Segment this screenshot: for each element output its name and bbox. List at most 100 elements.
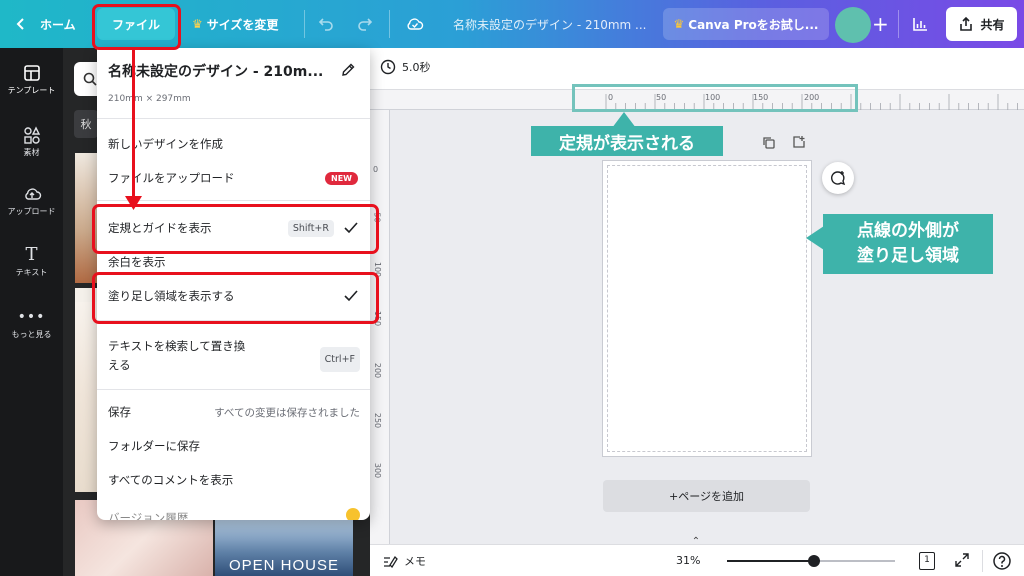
bleed-callout-line: 点線の外側が [857, 221, 959, 241]
menu-item-upload-file[interactable]: ファイルをアップロード NEW [97, 164, 370, 192]
menu-doc-size: 210mm × 297mm [108, 94, 191, 104]
callout-pointer [806, 226, 824, 250]
crown-icon: ♛ [192, 17, 203, 31]
sidebar-item-text[interactable]: T テキスト [0, 246, 63, 278]
page-count-button[interactable]: 1 [919, 552, 935, 570]
redo-icon [358, 18, 373, 31]
sidebar-item-templates[interactable]: テンプレート [0, 64, 63, 96]
add-page-icon [793, 136, 805, 148]
menu-doc-title[interactable]: 名称未設定のデザイン - 210m... [108, 61, 323, 81]
add-page-button[interactable]: +ページを追加 [603, 480, 810, 512]
menu-item-label: ファイルをアップロード [108, 171, 235, 185]
template-thumbnail[interactable] [75, 302, 97, 492]
menu-item-save-to-folder[interactable]: フォルダーに保存 [97, 432, 370, 460]
pencil-icon [342, 63, 355, 76]
expand-icon [955, 553, 969, 567]
menu-item-label: 余白を表示 [108, 255, 166, 269]
comment-button[interactable] [822, 162, 854, 194]
duplicate-icon [763, 137, 775, 149]
rename-button[interactable] [340, 62, 356, 81]
design-page[interactable] [602, 160, 812, 457]
divider [389, 10, 390, 38]
highlight-file-button [92, 4, 181, 50]
notes-button[interactable]: メモ [382, 553, 426, 569]
help-icon [993, 552, 1011, 570]
shortcut-badge: Ctrl+F [319, 347, 360, 372]
share-upload-icon [960, 16, 973, 31]
new-badge: NEW [325, 171, 358, 185]
search-icon [83, 72, 97, 86]
more-icon: ••• [17, 309, 46, 325]
chevron-left-icon [16, 18, 24, 30]
menu-item-new-design[interactable]: 新しいデザインを作成 [97, 130, 370, 158]
menu-item-version-history[interactable]: バージョン履歴 [97, 504, 370, 520]
zoom-label: 31% [676, 554, 701, 567]
sidebar-item-label: もっと見る [11, 330, 52, 339]
template-thumbnail[interactable]: OPEN HOUSE [215, 518, 353, 576]
ruler-label: 0 [373, 165, 379, 174]
menu-item-show-comments[interactable]: すべてのコメントを表示 [97, 466, 370, 494]
undo-button[interactable] [318, 0, 334, 48]
add-page-icon-button[interactable] [792, 135, 806, 152]
menu-item-find-replace[interactable]: テキストを検索して置き換 える Ctrl+F [97, 334, 370, 378]
zoom-slider-thumb[interactable] [807, 555, 820, 567]
duration-label: 5.0秒 [402, 61, 431, 74]
sidebar-item-elements[interactable]: 素材 [0, 126, 63, 158]
menu-item-label: バージョン履歴 [108, 511, 189, 520]
help-button[interactable] [992, 551, 1012, 574]
share-button[interactable]: 共有 [946, 7, 1017, 41]
resize-label: サイズを変更 [206, 17, 279, 32]
ruler-callout: 定規が表示される [531, 126, 723, 156]
sidebar-item-label: テキスト [15, 268, 48, 277]
notes-pen-icon [384, 555, 398, 569]
highlight-rulers-item [92, 204, 379, 254]
vertical-ruler[interactable]: 0 50 100 150 200 250 300 [370, 110, 390, 544]
menu-divider [97, 118, 370, 119]
sidebar-item-uploads[interactable]: アップロード [0, 185, 63, 217]
ruler-label: 250 [373, 412, 383, 429]
menu-item-label: 新しいデザインを作成 [108, 137, 223, 151]
expand-pages-chevron-up-icon[interactable]: ⌃ [688, 536, 704, 547]
crown-icon: ♛ [673, 17, 685, 31]
canva-pro-button[interactable]: ♛ Canva Proをお試し... [663, 8, 829, 40]
add-collaborator-button[interactable]: + [872, 0, 889, 48]
zoom-slider-fill [727, 560, 814, 562]
text-icon: T [25, 244, 38, 265]
divider [982, 550, 983, 572]
ruler-label: 200 [373, 362, 383, 379]
layout-icon [23, 65, 40, 81]
sidebar-item-more[interactable]: ••• もっと見る [0, 310, 63, 340]
resize-button[interactable]: ♛ サイズを変更 [192, 0, 278, 48]
sidebar-item-label: アップロード [7, 207, 56, 216]
filter-chip[interactable]: 秋 [74, 110, 98, 138]
sidebar-item-label: テンプレート [7, 86, 56, 95]
menu-item-label: 保存 [108, 405, 131, 419]
open-house-text: OPEN HOUSE [228, 557, 340, 574]
menu-item-save[interactable]: 保存 すべての変更は保存されました [97, 398, 370, 426]
bleed-callout-line: 塗り足し領域 [857, 246, 959, 266]
save-status-button[interactable] [406, 0, 424, 48]
crown-icon [346, 508, 360, 520]
document-title[interactable]: 名称未設定のデザイン - 210mm ... [453, 0, 647, 48]
back-home-button[interactable]: ホーム [14, 0, 76, 48]
menu-item-label: すべてのコメントを表示 [108, 473, 234, 487]
arrow-line [132, 50, 135, 200]
canva-pro-label: Canva Proをお試し... [688, 17, 819, 32]
divider [898, 10, 899, 38]
share-label: 共有 [980, 17, 1005, 32]
redo-button[interactable] [357, 0, 373, 48]
fullscreen-button[interactable] [954, 552, 970, 571]
left-sidebar: テンプレート 素材 アップロード T テキスト ••• もっと見る [0, 48, 63, 576]
bleed-callout: 点線の外側が 塗り足し領域 [823, 214, 993, 274]
bleed-guide [607, 165, 807, 452]
menu-divider [97, 389, 370, 390]
insights-button[interactable] [911, 0, 929, 48]
ruler-highlight-box [572, 84, 858, 112]
menu-item-label: える [108, 358, 131, 372]
undo-icon [318, 18, 333, 31]
duplicate-page-button[interactable] [762, 136, 776, 153]
sidebar-item-label: 素材 [23, 148, 40, 157]
avatar[interactable] [835, 7, 871, 43]
timing-button[interactable]: 5.0秒 [380, 59, 431, 75]
divider [304, 10, 305, 38]
